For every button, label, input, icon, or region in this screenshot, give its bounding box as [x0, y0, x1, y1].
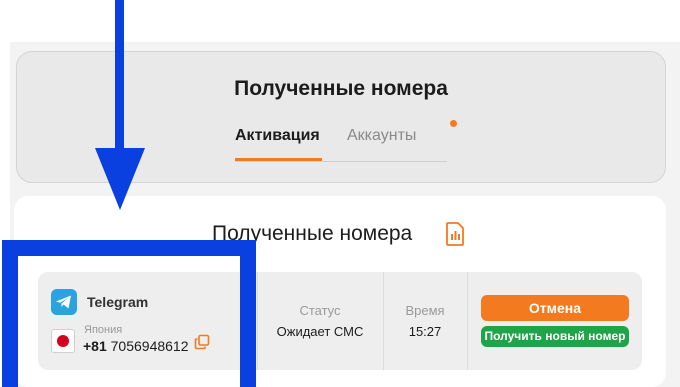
get-new-number-button[interactable]: Получить новый номер	[481, 326, 629, 347]
column-divider	[467, 272, 468, 370]
annotation-arrow-shaft	[115, 0, 124, 150]
time-header: Время	[405, 303, 445, 318]
status-header: Статус	[299, 303, 341, 318]
notification-dot	[450, 120, 457, 127]
sim-card-icon[interactable]	[446, 222, 464, 246]
time-value: 15:27	[408, 324, 442, 339]
tab-bar: Активация Аккаунты	[235, 126, 447, 162]
annotation-highlight-box	[2, 240, 256, 387]
status-value: Ожидает СМС	[276, 324, 364, 339]
tab-activation[interactable]: Активация	[235, 126, 322, 161]
annotation-arrow-head	[95, 148, 145, 210]
tab-accounts[interactable]: Аккаунты	[347, 126, 416, 160]
cancel-button[interactable]: Отмена	[481, 295, 629, 321]
column-divider	[383, 272, 384, 370]
column-divider	[257, 272, 258, 370]
